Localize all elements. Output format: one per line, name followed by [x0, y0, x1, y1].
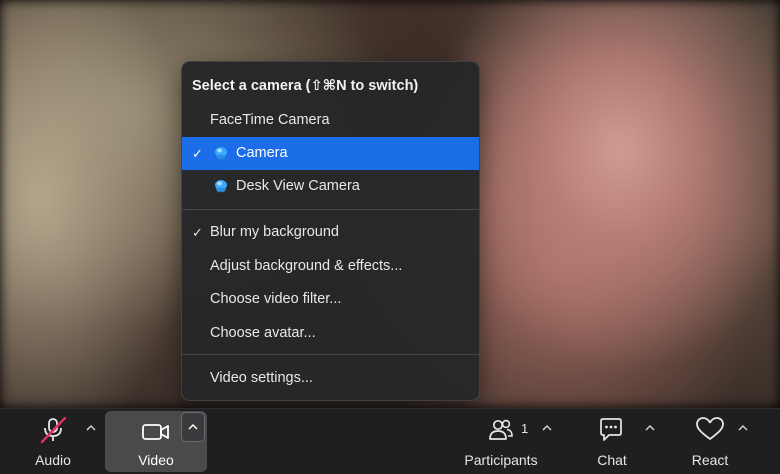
choose-avatar-option[interactable]: Choose avatar...: [182, 317, 479, 350]
participants-count: 1: [521, 421, 529, 436]
microphone-muted-icon: [40, 417, 67, 443]
camera-option-facetime[interactable]: FaceTime Camera: [182, 104, 479, 137]
option-label: Blur my background: [210, 224, 339, 240]
camera-option-label: Desk View Camera: [236, 178, 360, 194]
checkmark-icon: ✓: [192, 146, 203, 161]
video-settings-option[interactable]: Video settings...: [182, 362, 479, 395]
camera-menu: Select a camera (⇧⌘N to switch) FaceTime…: [181, 61, 480, 401]
camera-blob-icon: [215, 180, 227, 193]
chat-options-chevron-up-icon[interactable]: [643, 421, 657, 435]
chat-label: Chat: [597, 452, 627, 468]
camera-option-desk-view[interactable]: Desk View Camera: [182, 170, 479, 203]
heart-icon: [696, 417, 724, 440]
video-label: Video: [138, 452, 174, 468]
audio-options-chevron-up-icon[interactable]: [84, 421, 98, 435]
video-filter-option[interactable]: Choose video filter...: [182, 283, 479, 316]
participants-label: Participants: [464, 452, 538, 468]
video-camera-icon: [142, 424, 169, 440]
option-label: Choose video filter...: [210, 291, 342, 307]
checkmark-icon: ✓: [192, 225, 203, 240]
participants-options-chevron-up-icon[interactable]: [540, 421, 554, 435]
participants-icon: [489, 419, 513, 440]
chat-icon: [600, 418, 622, 441]
meeting-window: Select a camera (⇧⌘N to switch) FaceTime…: [0, 0, 780, 474]
chat-button[interactable]: Chat: [584, 409, 640, 474]
camera-option-label: FaceTime Camera: [210, 112, 330, 128]
camera-option-label: Camera: [236, 145, 288, 161]
meeting-toolbar: Audio Video Participants 1 Chat React: [0, 408, 780, 474]
blur-background-option[interactable]: ✓ Blur my background: [182, 216, 479, 249]
camera-option-camera[interactable]: ✓ Camera: [182, 137, 479, 170]
react-button[interactable]: React: [682, 409, 738, 474]
menu-divider: [182, 209, 479, 210]
camera-menu-title: Select a camera (⇧⌘N to switch): [192, 78, 419, 94]
camera-blob-icon: [215, 147, 227, 160]
option-label: Video settings...: [210, 370, 313, 386]
react-options-chevron-up-icon[interactable]: [736, 421, 750, 435]
option-label: Choose avatar...: [210, 325, 316, 341]
audio-button[interactable]: Audio: [23, 409, 83, 474]
participants-button[interactable]: Participants: [455, 409, 547, 474]
audio-label: Audio: [35, 452, 71, 468]
menu-divider: [182, 354, 479, 355]
adjust-background-option[interactable]: Adjust background & effects...: [182, 250, 479, 283]
chevron-up-icon: [188, 423, 198, 430]
react-label: React: [691, 452, 729, 468]
option-label: Adjust background & effects...: [210, 258, 403, 274]
video-options-button[interactable]: [181, 412, 205, 442]
